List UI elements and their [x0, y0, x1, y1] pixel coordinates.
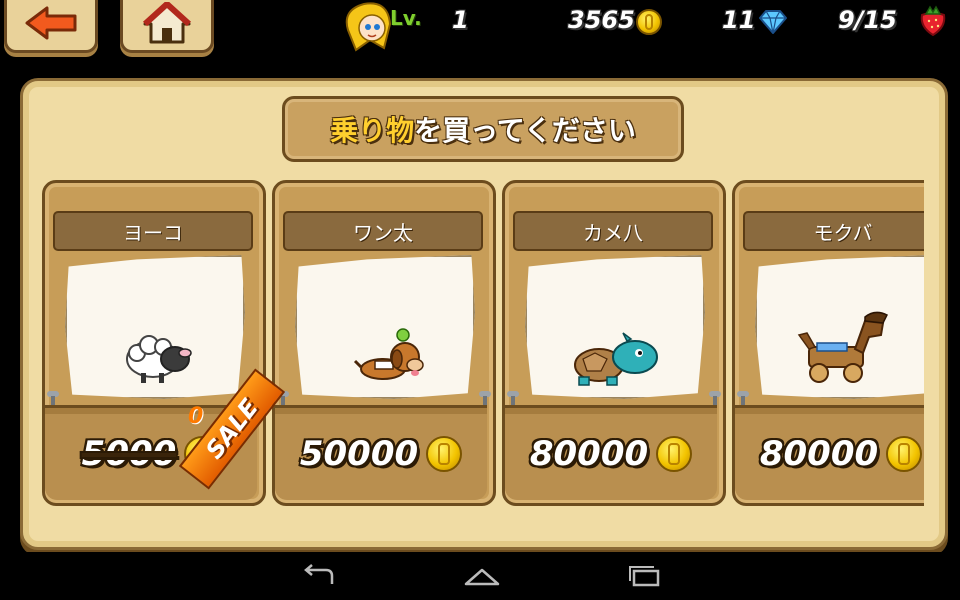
wooden-horse-icon — [797, 311, 889, 383]
ride-card-kamehachi[interactable]: カメ八 80000 — [502, 180, 726, 506]
ride-price: 50000 — [299, 434, 419, 474]
diamond-icon — [759, 10, 787, 34]
sheep-icon — [126, 335, 192, 383]
ride-price: 5000 — [81, 434, 177, 474]
ride-name: ワン太 — [283, 211, 483, 251]
level-value: 1 — [452, 6, 469, 34]
price-button[interactable]: 80000 — [735, 405, 924, 500]
ride-name: ヨーコ — [53, 211, 253, 251]
coin-icon — [426, 436, 463, 472]
player-avatar — [345, 2, 392, 52]
recents-nav-icon[interactable] — [624, 564, 664, 590]
title-rest: を買ってください — [414, 114, 636, 147]
price-button[interactable]: 50000 — [275, 405, 487, 500]
home-nav-icon[interactable] — [462, 564, 502, 590]
ride-card-mokuba[interactable]: モクバ 80000 — [732, 180, 924, 506]
back-nav-icon[interactable] — [298, 564, 338, 590]
ride-name: カメ八 — [513, 211, 713, 251]
page-title: 乗り物 を買ってください — [282, 96, 684, 162]
gem-count: 11 — [722, 6, 756, 34]
stamina-count: 9/15 — [838, 6, 897, 34]
system-nav-bar — [0, 552, 960, 600]
dog-icon — [353, 328, 424, 380]
back-arrow-icon — [25, 6, 77, 40]
title-highlight: 乗り物 — [330, 114, 415, 147]
ride-price: 80000 — [759, 434, 879, 474]
coin-icon — [886, 436, 923, 472]
top-hud: Lv. 1 3565 11 9/15 — [0, 0, 960, 60]
ride-price: 80000 — [529, 434, 649, 474]
back-button[interactable] — [4, 0, 98, 53]
coin-count: 3565 — [568, 6, 635, 34]
turtle-icon — [574, 332, 658, 386]
ride-card-list[interactable]: ヨーコ 5000 ワン太 50000 カメ八 80000 モクバ 80000 — [42, 180, 924, 510]
sale-badge-count: 0 — [188, 404, 204, 429]
ride-name: モクバ — [743, 211, 924, 251]
home-icon — [142, 2, 192, 44]
home-button[interactable] — [120, 0, 214, 53]
coin-icon — [656, 436, 693, 472]
coin-icon — [636, 9, 662, 35]
price-button[interactable]: 80000 — [505, 405, 717, 500]
ride-card-wanta[interactable]: ワン太 50000 — [272, 180, 496, 506]
strawberry-icon — [920, 5, 946, 37]
level-label: Lv. — [390, 6, 422, 30]
